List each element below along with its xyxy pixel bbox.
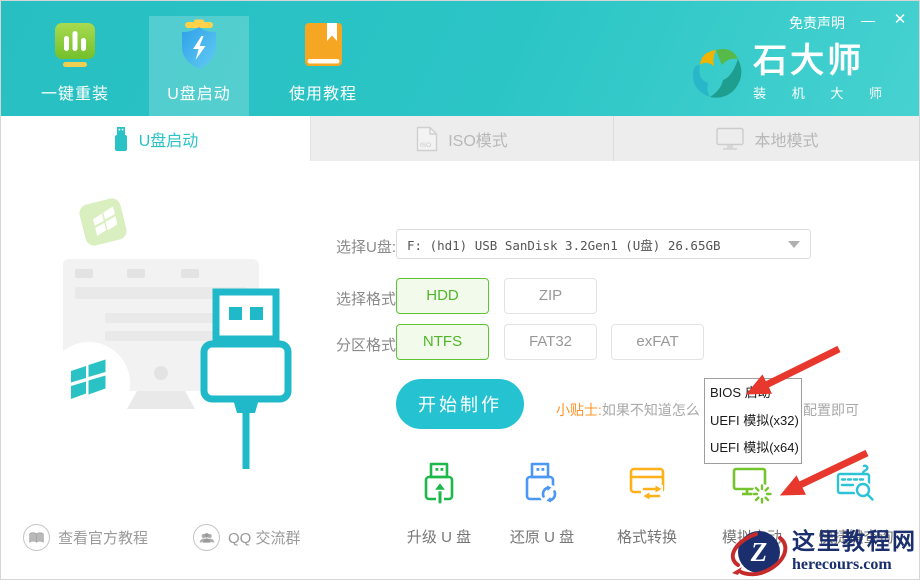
usb-drive-value: F: (hd1) USB SanDisk 3.2Gen1 (U盘) 26.65G… bbox=[407, 235, 788, 254]
format-convert-icon bbox=[624, 461, 670, 507]
format-select-label: 选择格式: bbox=[336, 288, 400, 309]
partition-option-fat32[interactable]: FAT32 bbox=[504, 324, 597, 360]
chevron-down-icon bbox=[788, 241, 800, 248]
toolbar-item-usb-boot[interactable]: U盘启动 bbox=[149, 16, 249, 116]
iso-file-icon: ISO bbox=[416, 126, 438, 152]
tab-label: 本地模式 bbox=[754, 127, 818, 151]
tip-text: 小贴士:如果不知道怎么 bbox=[556, 400, 700, 420]
site-watermark: Z 这里教程网 herecours.com bbox=[728, 525, 917, 579]
toolbar-item-tutorial[interactable]: 使用教程 bbox=[273, 1, 373, 116]
bar-chart-icon bbox=[48, 18, 102, 72]
link-label: 查看官方教程 bbox=[58, 527, 148, 548]
watermark-url: herecours.com bbox=[792, 555, 917, 575]
book-icon bbox=[296, 18, 350, 72]
tab-iso-mode[interactable]: ISO ISO模式 bbox=[311, 116, 614, 161]
menu-item-uefi-x64[interactable]: UEFI 模拟(x64) bbox=[705, 438, 801, 458]
watermark-title: 这里教程网 bbox=[792, 529, 917, 555]
action-label: 格式转换 bbox=[595, 526, 699, 547]
action-label: 升级 U 盘 bbox=[387, 526, 491, 547]
main-toolbar: 一键重装 U盘启动 使用教程 bbox=[25, 1, 373, 116]
simulate-boot-icon bbox=[729, 461, 775, 507]
action-format-convert[interactable]: 格式转换 bbox=[595, 461, 699, 547]
menu-item-uefi-x32[interactable]: UEFI 模拟(x32) bbox=[705, 411, 801, 431]
tip-prefix: 小贴士: bbox=[556, 402, 602, 418]
tab-label: U盘启动 bbox=[139, 127, 199, 151]
close-button[interactable]: ✕ bbox=[887, 9, 913, 31]
usb-drive-icon bbox=[113, 126, 129, 152]
usb-computer-illustration bbox=[41, 191, 301, 471]
menu-item-bios-boot[interactable]: BIOS 启动 bbox=[705, 383, 801, 403]
boot-mode-menu: BIOS 启动 UEFI 模拟(x32) UEFI 模拟(x64) bbox=[704, 378, 802, 464]
tab-label: ISO模式 bbox=[448, 127, 508, 151]
brand-name: 石大师 bbox=[753, 43, 893, 79]
tip-left-text: 如果不知道怎么 bbox=[602, 402, 700, 418]
mode-tabbar: U盘启动 ISO ISO模式 本地模式 bbox=[1, 116, 920, 161]
brand-text: 石大师 装 机 大 师 bbox=[753, 43, 893, 102]
monitor-icon bbox=[716, 127, 744, 151]
hotkey-lookup-icon bbox=[833, 461, 879, 507]
toolbar-item-reinstall[interactable]: 一键重装 bbox=[25, 1, 125, 116]
link-label: QQ 交流群 bbox=[228, 527, 301, 548]
brand-swirl-icon bbox=[687, 44, 745, 102]
partition-option-exfat[interactable]: exFAT bbox=[611, 324, 704, 360]
format-option-zip[interactable]: ZIP bbox=[504, 278, 597, 314]
action-restore-usb[interactable]: 还原 U 盘 bbox=[490, 461, 594, 547]
watermark-z-badge: Z bbox=[728, 525, 790, 579]
usb-drive-select[interactable]: F: (hd1) USB SanDisk 3.2Gen1 (U盘) 26.65G… bbox=[396, 229, 811, 259]
minimize-button[interactable]: — bbox=[855, 9, 881, 31]
usb-restore-icon bbox=[519, 461, 565, 507]
qq-group-link[interactable]: QQ 交流群 bbox=[193, 524, 301, 551]
format-option-hdd[interactable]: HDD bbox=[396, 278, 489, 314]
svg-text:Z: Z bbox=[750, 537, 768, 567]
toolbar-item-label: U盘启动 bbox=[167, 80, 231, 104]
partition-select-label: 分区格式: bbox=[336, 334, 400, 355]
usb-upgrade-icon bbox=[416, 461, 462, 507]
official-tutorial-link[interactable]: 查看官方教程 bbox=[23, 524, 148, 551]
tab-local-mode[interactable]: 本地模式 bbox=[614, 116, 920, 161]
svg-text:ISO: ISO bbox=[420, 142, 431, 149]
usb-boot-panel: 选择U盘: F: (hd1) USB SanDisk 3.2Gen1 (U盘) … bbox=[1, 161, 920, 580]
brand-logo: 石大师 装 机 大 师 bbox=[687, 43, 893, 102]
tab-usb-boot[interactable]: U盘启动 bbox=[1, 116, 311, 161]
watermark-text: 这里教程网 herecours.com bbox=[792, 529, 917, 575]
toolbar-item-label: 一键重装 bbox=[41, 80, 109, 104]
tip-right-text: 配置即可 bbox=[803, 400, 859, 420]
partition-option-ntfs[interactable]: NTFS bbox=[396, 324, 489, 360]
usb-select-label: 选择U盘: bbox=[336, 236, 396, 257]
app-window: 一键重装 U盘启动 使用教程 bbox=[0, 0, 920, 580]
action-upgrade-usb[interactable]: 升级 U 盘 bbox=[387, 461, 491, 547]
disclaimer-link[interactable]: 免责声明 bbox=[789, 13, 845, 33]
start-create-button[interactable]: 开始制作 bbox=[396, 379, 524, 429]
header: 一键重装 U盘启动 使用教程 bbox=[1, 1, 920, 116]
people-circle-icon bbox=[193, 524, 220, 551]
action-label: 还原 U 盘 bbox=[490, 526, 594, 547]
toolbar-item-label: 使用教程 bbox=[289, 80, 357, 104]
shield-lightning-icon bbox=[172, 18, 226, 72]
brand-subtitle: 装 机 大 师 bbox=[753, 83, 893, 102]
book-circle-icon bbox=[23, 524, 50, 551]
